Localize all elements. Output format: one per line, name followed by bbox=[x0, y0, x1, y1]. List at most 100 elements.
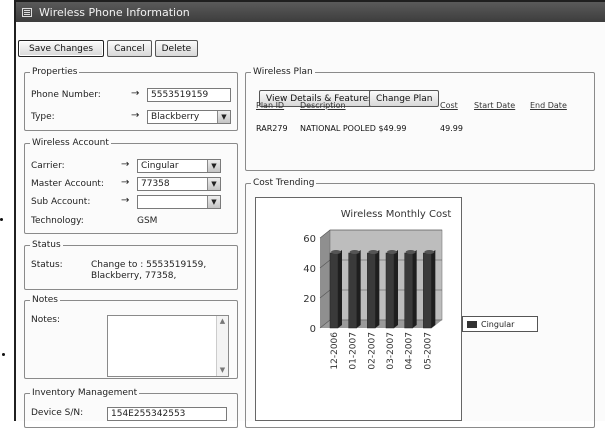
title-bar: Wireless Phone Information bbox=[16, 2, 605, 22]
technology-label: Technology: bbox=[31, 216, 84, 226]
y-tick-label: 0 bbox=[310, 324, 316, 335]
status-label: Status: bbox=[31, 260, 63, 270]
chevron-down-icon[interactable]: ▼ bbox=[207, 178, 220, 190]
inventory-group: Inventory Management Device S/N: 154E255… bbox=[24, 388, 238, 428]
bar bbox=[367, 252, 376, 329]
arrow-icon: → bbox=[121, 177, 130, 188]
bar-top bbox=[405, 250, 416, 254]
bar-side bbox=[412, 250, 417, 328]
bar-side bbox=[356, 250, 361, 328]
carrier-label: Carrier: bbox=[31, 161, 65, 171]
arrow-icon: → bbox=[121, 159, 130, 170]
bar bbox=[348, 252, 357, 329]
technology-value: GSM bbox=[137, 216, 158, 226]
y-tick-label: 20 bbox=[303, 294, 316, 305]
wireless-account-legend: Wireless Account bbox=[32, 138, 109, 148]
toolbar: Save Changes Cancel Delete bbox=[18, 40, 199, 57]
phone-number-input[interactable]: 5553519159 bbox=[147, 88, 231, 102]
cost-cell: 49.99 bbox=[440, 124, 463, 133]
chart-svg: Wireless Monthly Cost 0 20 40 60 12-2006 01-20… bbox=[303, 209, 452, 370]
inventory-legend: Inventory Management bbox=[32, 388, 138, 398]
master-account-label: Master Account: bbox=[31, 179, 104, 189]
chart-side-wall bbox=[320, 230, 330, 328]
chevron-down-icon[interactable]: ▼ bbox=[207, 196, 220, 208]
arrow-icon: → bbox=[131, 88, 140, 99]
save-changes-button[interactable]: Save Changes bbox=[18, 40, 105, 57]
y-tick-label: 60 bbox=[303, 234, 316, 245]
wireless-plan-legend: Wireless Plan bbox=[253, 67, 313, 77]
start-date-header[interactable]: Start Date bbox=[474, 101, 515, 110]
device-sn-label: Device S/N: bbox=[31, 408, 84, 418]
notes-textarea[interactable]: ▲ ▼ bbox=[107, 315, 229, 377]
delete-button[interactable]: Delete bbox=[154, 40, 199, 57]
bar-top bbox=[387, 250, 397, 254]
status-value-line2: Blackberry, 77358, bbox=[91, 271, 177, 281]
x-tick-label: 02-2007 bbox=[367, 332, 377, 370]
arrow-icon: → bbox=[131, 110, 140, 121]
carrier-select-value: Cingular bbox=[141, 161, 179, 171]
bar bbox=[385, 252, 395, 329]
scroll-down-icon[interactable]: ▼ bbox=[217, 365, 228, 376]
end-date-header[interactable]: End Date bbox=[530, 101, 567, 110]
chevron-down-icon[interactable]: ▼ bbox=[217, 111, 230, 123]
status-group: Status Status: Change to : 5553519159, B… bbox=[24, 240, 238, 290]
chart-title: Wireless Monthly Cost bbox=[341, 209, 452, 220]
bar-top bbox=[349, 250, 360, 254]
sub-account-label: Sub Account: bbox=[31, 197, 91, 207]
bar-top bbox=[331, 250, 341, 254]
cancel-button[interactable]: Cancel bbox=[107, 40, 152, 57]
chevron-down-icon[interactable]: ▼ bbox=[207, 160, 220, 172]
properties-group: Properties Phone Number: → 5553519159 Ty… bbox=[24, 67, 238, 131]
scroll-up-icon[interactable]: ▲ bbox=[217, 316, 228, 327]
legend-label: Cingular bbox=[481, 319, 515, 329]
master-account-select[interactable]: 77358 ▼ bbox=[137, 177, 221, 191]
wireless-account-group: Wireless Account Carrier: → Cingular ▼ M… bbox=[24, 138, 238, 234]
y-tick-label: 40 bbox=[303, 264, 316, 275]
bar-top bbox=[368, 250, 379, 254]
bar-side bbox=[431, 250, 436, 328]
sub-account-select[interactable]: ▼ bbox=[137, 195, 221, 209]
bar-top bbox=[424, 250, 435, 254]
bullet-dot bbox=[0, 218, 3, 221]
window-title: Wireless Phone Information bbox=[39, 5, 190, 19]
description-cell: NATIONAL POOLED $49.99 bbox=[300, 124, 407, 133]
x-tick-label: 04-2007 bbox=[405, 332, 415, 370]
description-header[interactable]: Description bbox=[300, 101, 346, 110]
type-select[interactable]: Blackberry ▼ bbox=[147, 110, 231, 124]
cost-header[interactable]: Cost bbox=[440, 101, 458, 110]
plan-id-header[interactable]: Plan ID bbox=[256, 101, 284, 110]
x-tick-label: 01-2007 bbox=[349, 332, 359, 370]
type-label: Type: bbox=[31, 112, 55, 122]
plan-id-cell: RAR279 bbox=[256, 124, 288, 133]
status-value-line1: Change to : 5553519159, bbox=[91, 260, 207, 270]
bar bbox=[404, 252, 413, 329]
carrier-select[interactable]: Cingular ▼ bbox=[137, 159, 221, 173]
arrow-icon: → bbox=[121, 195, 130, 206]
window-icon bbox=[22, 7, 32, 17]
properties-legend: Properties bbox=[32, 67, 78, 77]
device-sn-input[interactable]: 154E255342553 bbox=[107, 407, 227, 421]
cost-chart: Wireless Monthly Cost 0 20 40 60 12-2006 01-20… bbox=[255, 197, 462, 421]
phone-number-label: Phone Number: bbox=[31, 90, 101, 100]
bar-side bbox=[375, 250, 380, 328]
wireless-plan-group: Wireless Plan View Details & Features Ch… bbox=[245, 67, 595, 171]
x-tick-label: 12-2006 bbox=[330, 332, 340, 370]
master-account-select-value: 77358 bbox=[141, 179, 170, 189]
notes-legend: Notes bbox=[32, 295, 58, 305]
bar-side bbox=[394, 250, 398, 328]
type-select-value: Blackberry bbox=[151, 112, 200, 122]
legend-swatch bbox=[467, 320, 477, 328]
change-plan-button[interactable]: Change Plan bbox=[369, 90, 440, 107]
notes-group: Notes Notes: ▲ ▼ bbox=[24, 295, 238, 379]
notes-label: Notes: bbox=[31, 315, 61, 325]
x-tick-label: 03-2007 bbox=[386, 332, 396, 370]
status-legend: Status bbox=[32, 240, 61, 250]
notes-scrollbar[interactable]: ▲ ▼ bbox=[216, 316, 228, 376]
bar bbox=[329, 252, 339, 329]
x-tick-label: 05-2007 bbox=[423, 332, 433, 370]
bar-side bbox=[338, 250, 342, 328]
chart-legend: Cingular bbox=[462, 316, 538, 332]
bullet-dot bbox=[2, 353, 5, 356]
cost-trending-legend: Cost Trending bbox=[253, 178, 315, 188]
bar bbox=[423, 252, 432, 329]
